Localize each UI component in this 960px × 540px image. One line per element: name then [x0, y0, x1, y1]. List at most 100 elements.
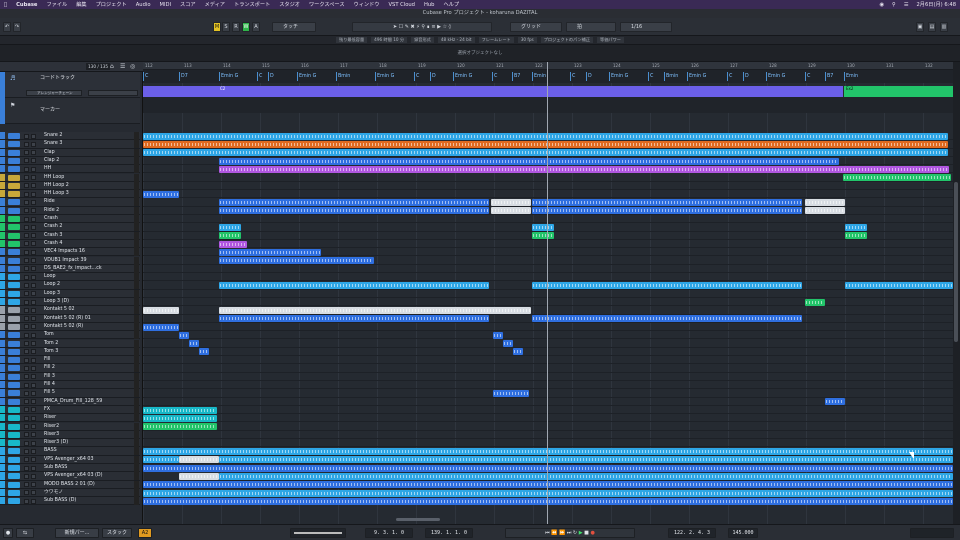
track-header[interactable]: Clap 2	[0, 156, 140, 166]
audio-event[interactable]	[532, 199, 802, 206]
track-name[interactable]: Tom	[44, 331, 54, 339]
audio-event[interactable]	[143, 464, 953, 472]
menu-window[interactable]: ウィンドウ	[354, 1, 380, 8]
undo-icon[interactable]: ↶	[3, 22, 11, 32]
mute-button[interactable]	[24, 490, 29, 496]
track-name[interactable]: Clap	[44, 149, 55, 157]
track-name[interactable]: Tom 2	[44, 340, 58, 348]
track-header[interactable]: Fill 3	[0, 372, 140, 381]
left-locator-display[interactable]: 9. 3. 1. 0	[365, 528, 413, 538]
audio-event[interactable]	[143, 414, 217, 422]
track-name[interactable]: MODO BASS 2 01 (D)	[44, 481, 95, 489]
automation-mode-select[interactable]: タッチ	[272, 22, 316, 32]
track-name[interactable]: BASS	[44, 447, 57, 455]
track-name[interactable]: Loop 3	[44, 290, 60, 298]
track-name[interactable]: Sub BASS	[44, 464, 67, 472]
solo-button[interactable]	[31, 208, 36, 214]
visibility-icon[interactable]: ◎	[130, 63, 135, 70]
menu-midi[interactable]: MIDI	[160, 2, 172, 8]
track-name[interactable]: Sub BASS (D)	[44, 497, 76, 505]
solo-button[interactable]	[31, 274, 36, 280]
track-name[interactable]: FX	[44, 406, 50, 414]
audio-event[interactable]	[219, 282, 489, 289]
track-header[interactable]: DS_BAE2_fx_impact...ck	[0, 264, 140, 274]
activity-icon[interactable]: ●	[3, 528, 13, 538]
mute-button[interactable]	[24, 183, 29, 189]
track-header[interactable]: ウワモノ	[0, 488, 140, 498]
track-header[interactable]: HH Loop 2	[0, 181, 140, 191]
audio-event[interactable]	[825, 398, 845, 406]
track-name[interactable]: Crash 3	[44, 232, 62, 240]
track-header[interactable]: Crash 4	[0, 239, 140, 249]
mute-button[interactable]	[24, 224, 29, 230]
solo-button[interactable]	[31, 498, 36, 504]
chord-track-header[interactable]: ♬ コードトラック アレンジャーチェーン	[0, 72, 140, 98]
audio-event[interactable]	[189, 340, 199, 348]
menu-edit[interactable]: 編集	[76, 1, 86, 8]
track-name[interactable]: Loop	[44, 273, 56, 281]
timeline-ruler[interactable]: 112 113 114 115 116 117 118 119 120 121 122 123 124 1…	[143, 62, 953, 70]
menu-workspace[interactable]: ワークスペース	[309, 1, 345, 8]
track-name[interactable]: Fill 2	[44, 364, 55, 372]
solo-button[interactable]	[31, 291, 36, 297]
solo-button[interactable]	[31, 158, 36, 164]
track-name[interactable]: HH Loop	[44, 174, 64, 182]
mute-button[interactable]	[24, 274, 29, 280]
transport-buttons[interactable]: ⏮ ⏪ ⏩ ⏭ ↻ ▶ ■ ●	[505, 528, 635, 538]
solo-button[interactable]	[31, 341, 36, 346]
audio-event[interactable]	[532, 232, 554, 240]
track-name[interactable]: HH Loop 2	[44, 182, 69, 190]
track-name[interactable]: VPS Avenger_x64 03 (D)	[44, 472, 102, 480]
event-lane[interactable]	[143, 190, 953, 199]
marker-lane[interactable]	[143, 97, 953, 113]
audio-event[interactable]	[143, 456, 179, 464]
solo-button[interactable]	[31, 141, 36, 147]
redo-icon[interactable]: ↷	[13, 22, 21, 32]
mute-button[interactable]	[24, 258, 29, 263]
solo-button[interactable]	[31, 424, 36, 429]
solo-button[interactable]	[31, 224, 36, 230]
chord-event[interactable]: Emin G	[766, 72, 786, 81]
track-name[interactable]: Crash 4	[44, 240, 62, 248]
menu-vst-cloud[interactable]: VST Cloud	[388, 2, 414, 8]
mute-button[interactable]	[24, 166, 29, 172]
mute-button[interactable]	[24, 349, 29, 355]
solo-button[interactable]	[31, 199, 36, 205]
chord-event[interactable]: B7	[825, 72, 834, 81]
mute-button[interactable]	[24, 332, 29, 338]
solo-button[interactable]	[31, 324, 36, 330]
track-header[interactable]: Fill	[0, 356, 140, 365]
write-all-button[interactable]: W	[242, 22, 250, 32]
event-lane[interactable]	[143, 273, 953, 282]
chord-event[interactable]: Emin G	[375, 72, 395, 81]
mute-button[interactable]	[24, 498, 29, 504]
mute-button[interactable]	[24, 382, 29, 388]
chord-event[interactable]: Emin G	[609, 72, 629, 81]
event-lane[interactable]	[143, 174, 953, 182]
record-mode-select[interactable]: スタック	[102, 528, 132, 538]
menu-studio[interactable]: スタジオ	[279, 1, 300, 8]
arrange-window[interactable]: 112 113 114 115 116 117 118 119 120 121 122 123 124 1…	[143, 62, 953, 524]
track-header[interactable]: Loop 2	[0, 281, 140, 290]
project-cursor[interactable]	[547, 62, 548, 524]
audio-event[interactable]	[143, 448, 953, 455]
mute-button[interactable]	[24, 266, 29, 272]
track-header[interactable]: Ride	[0, 198, 140, 207]
track-header[interactable]: Crash 2	[0, 223, 140, 232]
solo-button[interactable]	[31, 440, 36, 446]
automation-button[interactable]: A	[252, 22, 260, 32]
event-lane[interactable]	[143, 389, 953, 398]
solo-button[interactable]	[31, 357, 36, 363]
menu-hub[interactable]: Hub	[424, 2, 434, 8]
event-lane[interactable]	[143, 364, 953, 373]
chord-event[interactable]: Emin G	[687, 72, 707, 81]
track-name[interactable]: Clap 2	[44, 157, 59, 165]
audio-event[interactable]	[179, 331, 189, 339]
solo-button[interactable]	[31, 241, 36, 247]
mute-button[interactable]	[24, 482, 29, 488]
audio-event[interactable]	[219, 248, 321, 256]
solo-button[interactable]	[31, 166, 36, 172]
mute-button[interactable]	[24, 191, 29, 197]
mute-button[interactable]	[24, 357, 29, 363]
track-header[interactable]: Ride 2	[0, 206, 140, 215]
